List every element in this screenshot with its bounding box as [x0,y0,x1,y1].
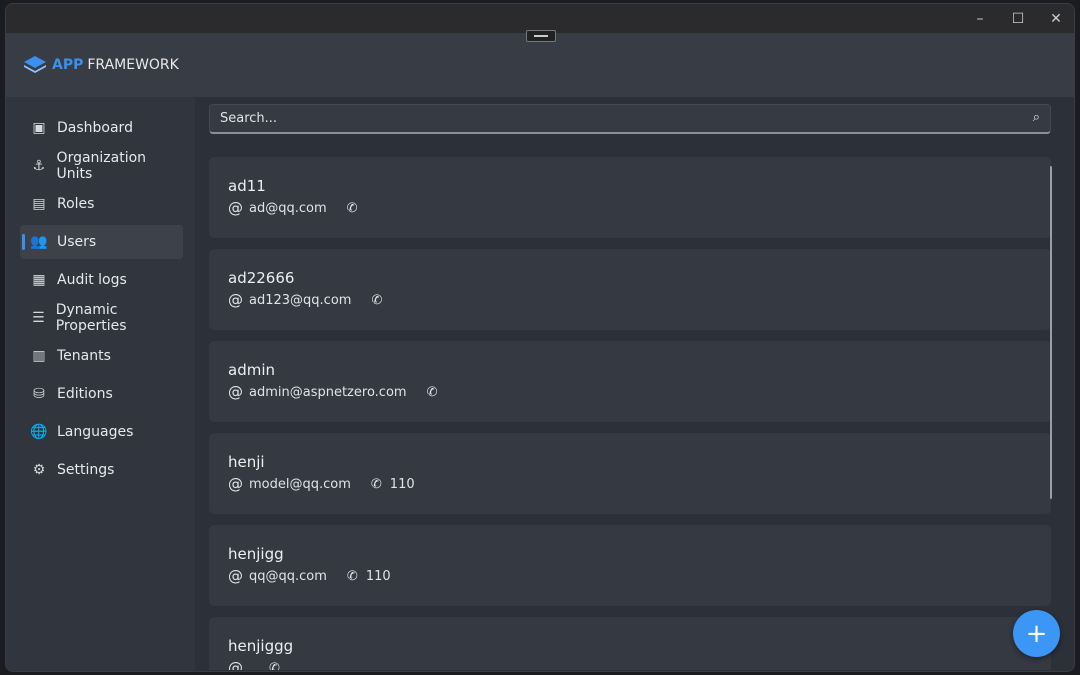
user-list-item[interactable]: ad11 @ ad@qq.com ✆ [209,157,1051,238]
at-icon: @ [228,383,243,401]
user-name: henji [228,453,265,471]
phone-icon: ✆ [346,200,358,216]
user-email: ad123@qq.com [249,292,352,308]
at-icon: @ [228,567,243,585]
phone-icon: ✆ [370,476,382,492]
phone-icon: ✆ [269,660,280,671]
phone-icon: ✆ [371,292,383,308]
phone-icon: ✆ [426,384,438,400]
user-list-item[interactable]: henjigg @ qq@qq.com ✆ 110 [209,525,1051,606]
user-email: model@qq.com [249,476,351,492]
user-email: ad@qq.com [249,200,327,216]
user-name: henjiggg [228,637,294,655]
at-icon: @ [228,291,243,309]
drag-handle[interactable] [526,30,556,42]
at-icon: @ [228,199,243,217]
phone-icon: ✆ [346,568,358,584]
user-phone: 110 [389,476,415,492]
at-icon: @ [228,659,243,670]
user-name: henjigg [228,545,284,563]
user-phone: 110 [365,568,391,584]
user-list-item[interactable]: ad22666 @ ad123@qq.com ✆ [209,249,1051,330]
user-email: qq@qq.com [249,568,327,584]
user-name: ad22666 [228,269,295,287]
user-list-item[interactable]: henji @ model@qq.com ✆ 110 [209,433,1051,514]
user-list-item[interactable]: admin @ admin@aspnetzero.com ✆ [209,341,1051,422]
add-user-button[interactable]: + [1013,610,1060,657]
at-icon: @ [228,475,243,493]
user-name: ad11 [228,177,266,195]
user-email: admin@aspnetzero.com [249,384,407,400]
user-list-item[interactable]: henjiggg @ ✆ [209,617,1051,670]
scrollbar[interactable] [1050,166,1052,499]
user-name: admin [228,361,275,379]
